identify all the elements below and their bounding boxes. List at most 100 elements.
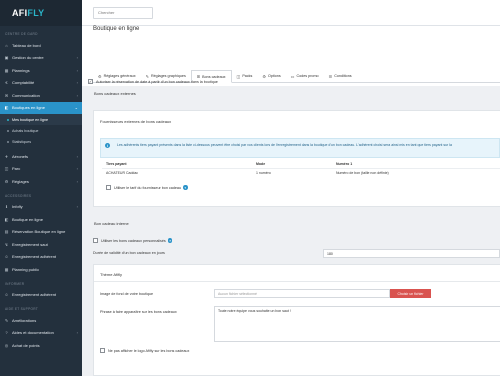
sidebar-item-online-shop[interactable]: ◧ Boutique en ligne	[0, 213, 82, 226]
sidebar-item-label: Achats boutique	[12, 128, 39, 133]
tab-label: Codes promo	[296, 74, 319, 78]
no-logo-checkbox[interactable]	[100, 348, 105, 353]
sidebar-item-buy-points[interactable]: ◎ Achat de points	[0, 339, 82, 352]
sidebar-item-help[interactable]: ? Aides et documentation ›	[0, 327, 82, 340]
sidebar-item-accounting[interactable]: € Comptabilité ›	[0, 77, 82, 90]
calendar-icon: ▦	[4, 67, 9, 73]
bullet-icon	[7, 129, 9, 132]
external-section-title: Bons cadeaux externes	[94, 91, 136, 96]
table-header-row: Tiers payant Mode Numéro 1	[102, 160, 500, 169]
chevron-right-icon: ›	[76, 330, 78, 336]
sidebar-item-label: Enregistrement adhérent	[12, 292, 57, 298]
bullet-icon	[7, 140, 9, 143]
sidebar-item-label: Statistiques	[12, 139, 32, 144]
use-tariff-checkbox[interactable]	[106, 185, 111, 190]
theme-panel: Thème Afifly Image de fond de votre bout…	[93, 264, 500, 376]
tab-promo-codes[interactable]: ▭ Codes promo	[286, 70, 324, 83]
sidebar-item-improvements[interactable]: ✎ Améliorations	[0, 314, 82, 327]
table-header: Numéro 1	[336, 162, 353, 166]
no-logo-row: Ne pas afficher le logo Afifly sur les b…	[100, 348, 189, 353]
chevron-right-icon: ›	[76, 92, 78, 98]
sidebar-item-shop-booking[interactable]: ▤ Réservation Boutique en ligne	[0, 226, 82, 239]
tab-label: Conditions	[334, 74, 352, 78]
sidebar-item-label: Boutiques en ligne	[12, 105, 45, 111]
sidebar-item-shops[interactable]: ◧ Boutiques en ligne ⌄	[0, 101, 82, 114]
section-title: CENTRE DE GARD	[5, 32, 38, 36]
sidebar-subitem-purchases[interactable]: Achats boutique	[0, 125, 82, 136]
sidebar-item-label: Gestion du centre	[12, 55, 44, 61]
sidebar-item-communication[interactable]: ✉ Communication ›	[0, 89, 82, 102]
sidebar-item-fleet[interactable]: ◫ Parc ›	[0, 163, 82, 176]
brush-icon: ✎	[145, 73, 149, 79]
page-header: Boutique en ligne ⚙ Réglages généraux ✎ Ré…	[82, 26, 500, 86]
choose-file-button[interactable]: Choisir un fichier	[390, 289, 431, 298]
chevron-right-icon: ›	[76, 67, 78, 73]
logo-text: AFI	[12, 8, 28, 18]
chevron-right-icon: ›	[76, 166, 78, 172]
shop-icon: ◧	[4, 216, 9, 222]
sidebar-item-label: Plannings	[12, 67, 30, 73]
sidebar-item-center[interactable]: ▣ Gestion du centre ›	[0, 52, 82, 65]
table-row[interactable]: ACHATEUR Caddac 1 numéro Numéro de bon (…	[102, 168, 500, 177]
sidebar-item-infofly[interactable]: ℹ Infofly ›	[0, 201, 82, 214]
sidebar-item-public-planning[interactable]: ▦ Planning public	[0, 263, 82, 276]
gear-icon: ⚙	[262, 73, 266, 79]
plane-icon: ✈	[4, 153, 9, 159]
sidebar-item-label: Boutique en ligne	[12, 216, 43, 222]
tab-label: Options	[267, 74, 281, 78]
sidebar-item-settings[interactable]: ⚙ Réglages ›	[0, 175, 82, 188]
section-title: INFORMER	[5, 281, 25, 286]
divider	[94, 281, 500, 282]
providers-title: Fournisseurs externes de bons cadeaux	[100, 119, 172, 124]
sidebar-subitem-my-shop[interactable]: Mes boutique en ligne	[0, 114, 82, 125]
bullet-icon	[7, 118, 9, 121]
sidebar-item-member-register[interactable]: ☺ Enregistrement adhérent	[0, 251, 82, 264]
sidebar: AFIFLY CENTRE DE GARD ⌂ Tableau de bord ▣…	[0, 0, 82, 376]
info-text: Les adhérents tiers payant présents dans…	[117, 143, 452, 147]
chevron-right-icon: ›	[76, 153, 78, 159]
tab-options[interactable]: ⚙ Options	[257, 70, 285, 83]
info-icon: i	[105, 143, 110, 148]
tab-packs[interactable]: ◫ Packs	[232, 70, 258, 83]
tab-label: Réglages généraux	[103, 74, 136, 78]
sidebar-item-label: Réglages	[12, 178, 29, 184]
phrase-textarea[interactable]: Toute notre équipe vous souhaite un bon …	[214, 306, 500, 342]
theme-title: Thème Afifly	[100, 272, 123, 277]
file-input[interactable]: Aucun fichier sélectionné	[214, 289, 390, 298]
personalize-row: Utiliser les bons cadeaux personnalisés …	[93, 238, 173, 243]
sidebar-item-member-register-2[interactable]: ☺ Enregistrement adhérent	[0, 289, 82, 302]
gear-icon: ⚙	[98, 73, 102, 79]
validity-label: Durée de validité d'un bon cadeaux en jo…	[93, 251, 165, 255]
sidebar-item-label: Achat de points	[12, 342, 40, 348]
topbar	[82, 0, 500, 26]
chevron-right-icon: ›	[76, 204, 78, 210]
providers-table: Tiers payant Mode Numéro 1 ACHATEUR Cadd…	[102, 160, 500, 177]
sidebar-item-label: Tableau de bord	[12, 42, 41, 48]
page-title: Boutique en ligne	[93, 26, 140, 32]
search-input[interactable]	[93, 6, 153, 19]
tab-conditions[interactable]: ☰ Conditions	[324, 70, 357, 83]
table-cell: 1 numéro	[252, 168, 332, 177]
sidebar-item-dashboard[interactable]: ⌂ Tableau de bord	[0, 39, 82, 52]
sidebar-item-plannings[interactable]: ▦ Plannings ›	[0, 64, 82, 77]
pencil-icon: ✎	[4, 317, 9, 323]
logo[interactable]: AFIFLY	[0, 0, 82, 26]
authorize-date-row: ✓ Autoriser la réservation de date à par…	[88, 79, 218, 84]
tab-label: Packs	[242, 74, 253, 78]
authorize-date-checkbox[interactable]: ✓	[88, 79, 93, 84]
sidebar-subitem-stats[interactable]: Statistiques	[0, 136, 82, 147]
sidebar-item-jump-register[interactable]: ↯ Enregistrement saut	[0, 238, 82, 251]
authorize-date-label: Autoriser la réservation de date à parti…	[96, 79, 218, 84]
help-icon: ?	[5, 330, 8, 336]
sidebar-item-aircraft[interactable]: ✈ Aéronefs ›	[0, 150, 82, 163]
validity-input[interactable]: 180	[323, 249, 500, 258]
phrase-label: Phrase à faire apparaître sur les bons c…	[100, 310, 177, 314]
table-cell: Numéro de bon (taille non définie)	[332, 168, 500, 177]
info-icon: ℹ	[5, 204, 8, 210]
chevron-right-icon: ›	[76, 178, 78, 184]
personalize-checkbox[interactable]	[93, 238, 98, 243]
sidebar-item-label: Enregistrement adhérent	[12, 254, 57, 260]
sidebar-item-label: Améliorations	[12, 317, 37, 323]
help-icon[interactable]: ?	[183, 185, 188, 190]
help-icon[interactable]: ?	[167, 238, 173, 243]
